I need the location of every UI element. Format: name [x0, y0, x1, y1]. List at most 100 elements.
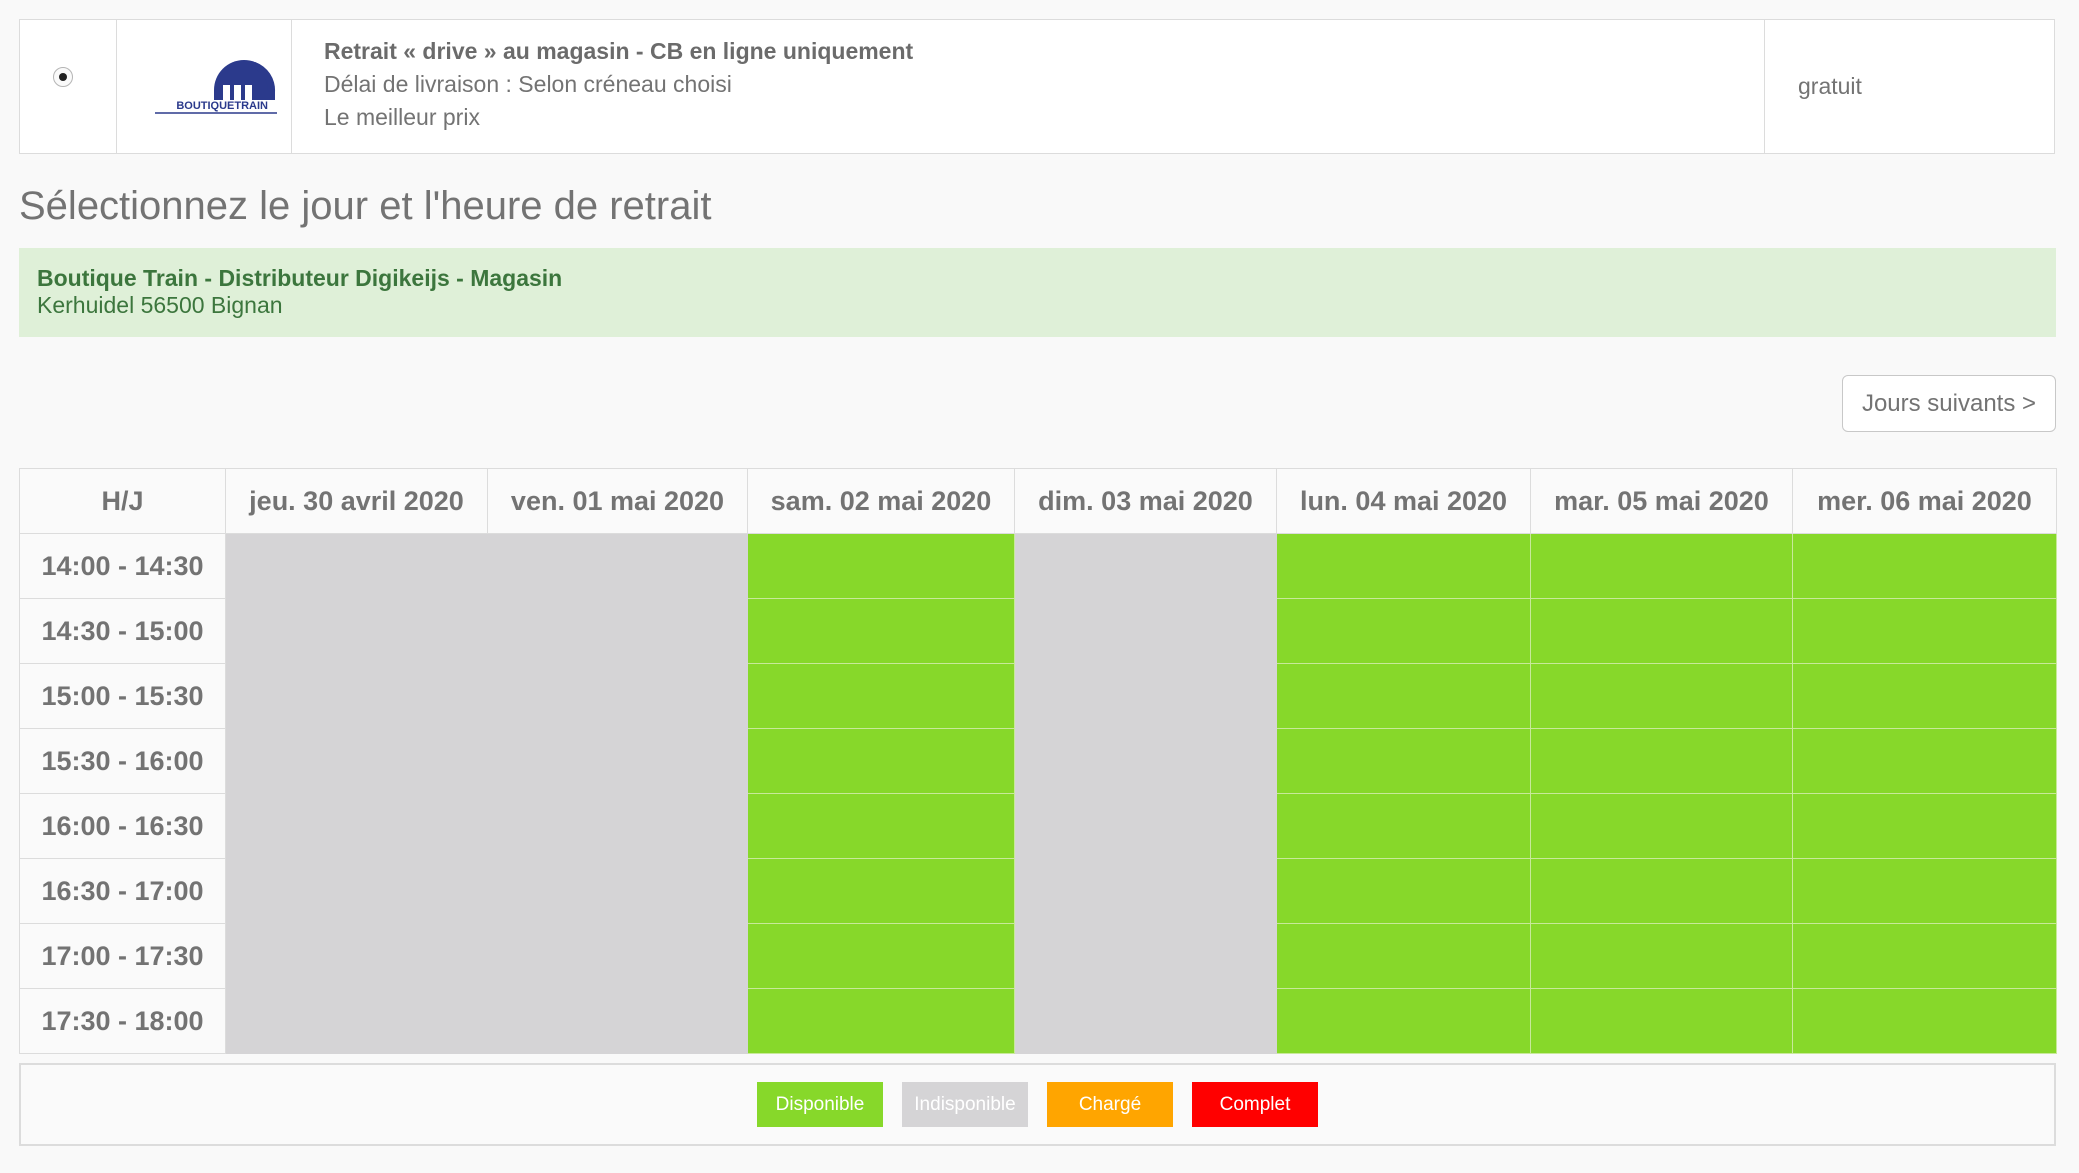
unavailable-slot — [1014, 663, 1277, 729]
shipping-title: Retrait « drive » au magasin - CB en lig… — [324, 38, 914, 64]
day-header: mar. 05 mai 2020 — [1530, 468, 1793, 534]
available-slot[interactable] — [1276, 793, 1531, 859]
available-slot[interactable] — [1792, 793, 2057, 859]
next-days-button[interactable]: Jours suivants > — [1842, 375, 2056, 432]
unavailable-slot — [487, 728, 748, 794]
unavailable-slot — [1014, 598, 1277, 664]
time-slot-row: 16:00 - 16:30 — [19, 793, 2057, 859]
time-slot-row: 14:30 - 15:00 — [19, 598, 2057, 664]
shipping-option-row[interactable]: BOUTIQUETRAIN Retrait « drive » au magas… — [19, 19, 2055, 154]
unavailable-slot — [487, 598, 748, 664]
available-slot[interactable] — [747, 533, 1015, 599]
radio-cell[interactable] — [20, 20, 117, 153]
available-slot[interactable] — [1276, 923, 1531, 989]
unavailable-slot — [1014, 923, 1277, 989]
time-label: 16:30 - 17:00 — [19, 858, 226, 924]
time-label: 14:30 - 15:00 — [19, 598, 226, 664]
available-slot[interactable] — [1792, 663, 2057, 729]
unavailable-slot — [487, 663, 748, 729]
day-header: ven. 01 mai 2020 — [487, 468, 748, 534]
store-info-box: Boutique Train - Distributeur Digikeijs … — [19, 248, 2056, 337]
available-slot[interactable] — [1530, 533, 1793, 599]
available-slot[interactable] — [747, 793, 1015, 859]
unavailable-slot — [1014, 533, 1277, 599]
corner-header: H/J — [19, 468, 226, 534]
day-header: sam. 02 mai 2020 — [747, 468, 1015, 534]
unavailable-slot — [1014, 988, 1277, 1054]
unavailable-slot — [225, 598, 488, 664]
time-label: 15:30 - 16:00 — [19, 728, 226, 794]
time-label: 14:00 - 14:30 — [19, 533, 226, 599]
time-slot-row: 17:30 - 18:00 — [19, 988, 2057, 1054]
unavailable-slot — [487, 988, 748, 1054]
available-slot[interactable] — [1276, 533, 1531, 599]
shipping-price: gratuit — [1798, 73, 1862, 99]
day-header: dim. 03 mai 2020 — [1014, 468, 1277, 534]
available-slot[interactable] — [747, 663, 1015, 729]
available-slot[interactable] — [1530, 728, 1793, 794]
time-slot-row: 16:30 - 17:00 — [19, 858, 2057, 924]
unavailable-slot — [1014, 793, 1277, 859]
unavailable-slot — [487, 858, 748, 924]
unavailable-slot — [487, 923, 748, 989]
legend-item: Chargé — [1047, 1082, 1173, 1127]
available-slot[interactable] — [1276, 988, 1531, 1054]
pickup-schedule-table: H/J jeu. 30 avril 2020 ven. 01 mai 2020 sa… — [19, 468, 2057, 1054]
available-slot[interactable] — [1792, 923, 2057, 989]
unavailable-slot — [487, 793, 748, 859]
boutique-train-logo: BOUTIQUETRAIN — [155, 60, 277, 114]
available-slot[interactable] — [747, 858, 1015, 924]
available-slot[interactable] — [747, 988, 1015, 1054]
available-slot[interactable] — [1792, 988, 2057, 1054]
day-header: lun. 04 mai 2020 — [1276, 468, 1531, 534]
unavailable-slot — [1014, 728, 1277, 794]
unavailable-slot — [487, 533, 748, 599]
day-header: mer. 06 mai 2020 — [1792, 468, 2057, 534]
unavailable-slot — [225, 793, 488, 859]
shipping-info-cell: Retrait « drive » au magasin - CB en lig… — [292, 20, 1765, 153]
store-address: Kerhuidel 56500 Bignan — [37, 292, 283, 318]
available-slot[interactable] — [1792, 598, 2057, 664]
available-slot[interactable] — [1530, 858, 1793, 924]
available-slot[interactable] — [1530, 663, 1793, 729]
logo-cell: BOUTIQUETRAIN — [117, 20, 292, 153]
time-label: 17:00 - 17:30 — [19, 923, 226, 989]
schedule-header-row: H/J jeu. 30 avril 2020 ven. 01 mai 2020 sa… — [19, 468, 2057, 534]
available-slot[interactable] — [1530, 988, 1793, 1054]
legend-item: Complet — [1192, 1082, 1318, 1127]
legend-item: Indisponible — [902, 1082, 1028, 1127]
shipping-radio-button[interactable] — [53, 67, 73, 87]
available-slot[interactable] — [747, 923, 1015, 989]
time-slot-row: 15:00 - 15:30 — [19, 663, 2057, 729]
available-slot[interactable] — [1530, 598, 1793, 664]
available-slot[interactable] — [1276, 663, 1531, 729]
schedule-body: 14:00 - 14:30 14:30 - 15:00 15:00 - 15:30 1… — [19, 533, 2057, 1054]
day-header: jeu. 30 avril 2020 — [225, 468, 488, 534]
logo-text: BOUTIQUETRAIN — [176, 100, 268, 112]
unavailable-slot — [225, 988, 488, 1054]
unavailable-slot — [225, 533, 488, 599]
unavailable-slot — [225, 858, 488, 924]
unavailable-slot — [225, 663, 488, 729]
available-slot[interactable] — [1792, 858, 2057, 924]
shipping-delay: Délai de livraison : Selon créneau chois… — [324, 71, 732, 97]
legend-item: Disponible — [757, 1082, 883, 1127]
available-slot[interactable] — [1530, 923, 1793, 989]
time-label: 16:00 - 16:30 — [19, 793, 226, 859]
available-slot[interactable] — [747, 728, 1015, 794]
available-slot[interactable] — [747, 598, 1015, 664]
time-slot-row: 15:30 - 16:00 — [19, 728, 2057, 794]
available-slot[interactable] — [1792, 533, 2057, 599]
time-label: 17:30 - 18:00 — [19, 988, 226, 1054]
unavailable-slot — [1014, 858, 1277, 924]
unavailable-slot — [225, 728, 488, 794]
available-slot[interactable] — [1276, 598, 1531, 664]
section-title: Sélectionnez le jour et l'heure de retra… — [19, 184, 712, 228]
available-slot[interactable] — [1792, 728, 2057, 794]
unavailable-slot — [225, 923, 488, 989]
status-legend: Disponible Indisponible Chargé Complet — [19, 1063, 2056, 1146]
available-slot[interactable] — [1276, 858, 1531, 924]
available-slot[interactable] — [1276, 728, 1531, 794]
available-slot[interactable] — [1530, 793, 1793, 859]
store-name: Boutique Train - Distributeur Digikeijs … — [37, 265, 563, 291]
